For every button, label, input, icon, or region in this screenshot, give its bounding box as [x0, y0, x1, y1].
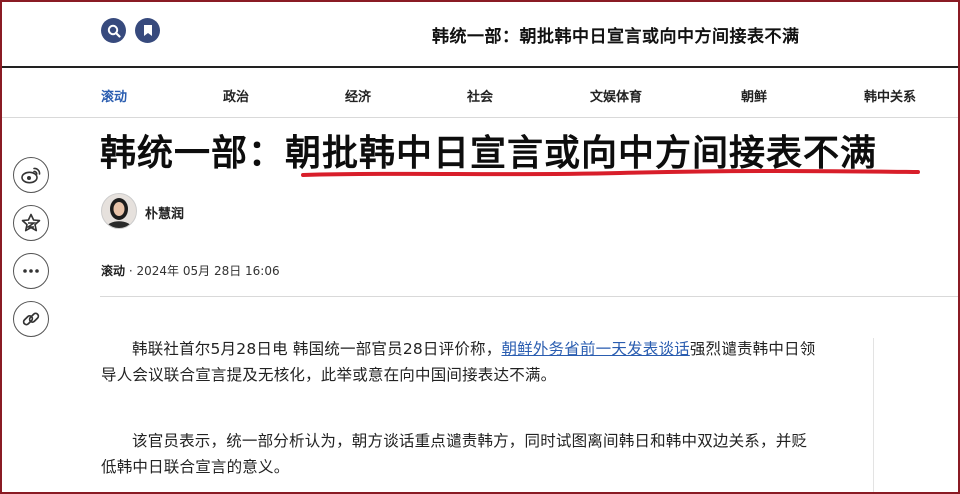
article-date: 2024年 05月 28日 16:06	[136, 264, 280, 278]
content-side-divider	[873, 338, 874, 494]
nav-item-north-korea[interactable]: 朝鲜	[741, 86, 767, 105]
category-nav: 滚动 政治 经济 社会 文娱体育 朝鲜 韩中关系	[2, 70, 958, 118]
search-icon	[107, 24, 121, 38]
nav-item-politics[interactable]: 政治	[223, 86, 249, 105]
more-button[interactable]	[13, 253, 49, 289]
copy-link-button[interactable]	[13, 301, 49, 337]
nav-item-entertainment-sports[interactable]: 文娱体育	[590, 86, 642, 105]
nav-item-economy[interactable]: 经济	[345, 86, 371, 105]
article-category[interactable]: 滚动	[101, 264, 125, 278]
author-name[interactable]: 朴慧润	[145, 203, 184, 222]
nav-item-scroll[interactable]: 滚动	[101, 86, 127, 105]
paragraph-text: 韩联社首尔5月28日电 韩国统一部官员28日评价称，	[132, 340, 502, 358]
link-icon	[22, 312, 40, 326]
bookmark-icon	[143, 25, 152, 36]
inline-link[interactable]: 朝鲜外务省前一天发表谈话	[501, 340, 689, 358]
meta-divider	[100, 296, 958, 297]
article-meta: 滚动 · 2024年 05月 28日 16:06	[101, 262, 280, 279]
top-bar: 韩统一部：朝批韩中日宣言或向中方间接表不满	[2, 2, 958, 68]
page-title: 韩统一部：朝批韩中日宣言或向中方间接表不满	[432, 27, 800, 47]
nav-item-korea-china[interactable]: 韩中关系	[864, 86, 916, 105]
paragraph-text: 该官员表示，统一部分析认为，朝方谈话重点谴责韩方，同时试图离间韩日和韩中双边关系…	[101, 432, 808, 476]
weibo-icon	[21, 167, 41, 184]
share-weibo-button[interactable]	[13, 157, 49, 193]
meta-separator: ·	[128, 264, 133, 278]
article-paragraph-1: 韩联社首尔5月28日电 韩国统一部官员28日评价称，朝鲜外务省前一天发表谈话强烈…	[101, 336, 819, 388]
search-button[interactable]	[101, 18, 126, 43]
more-icon	[23, 269, 39, 273]
red-underline-annotation	[301, 169, 920, 177]
author-avatar[interactable]	[101, 193, 137, 229]
star-favorite-icon	[21, 213, 41, 232]
bookmark-button[interactable]	[135, 18, 160, 43]
article-paragraph-2: 该官员表示，统一部分析认为，朝方谈话重点谴责韩方，同时试图离间韩日和韩中双边关系…	[101, 428, 819, 480]
favorite-button[interactable]	[13, 205, 49, 241]
nav-item-society[interactable]: 社会	[467, 86, 493, 105]
